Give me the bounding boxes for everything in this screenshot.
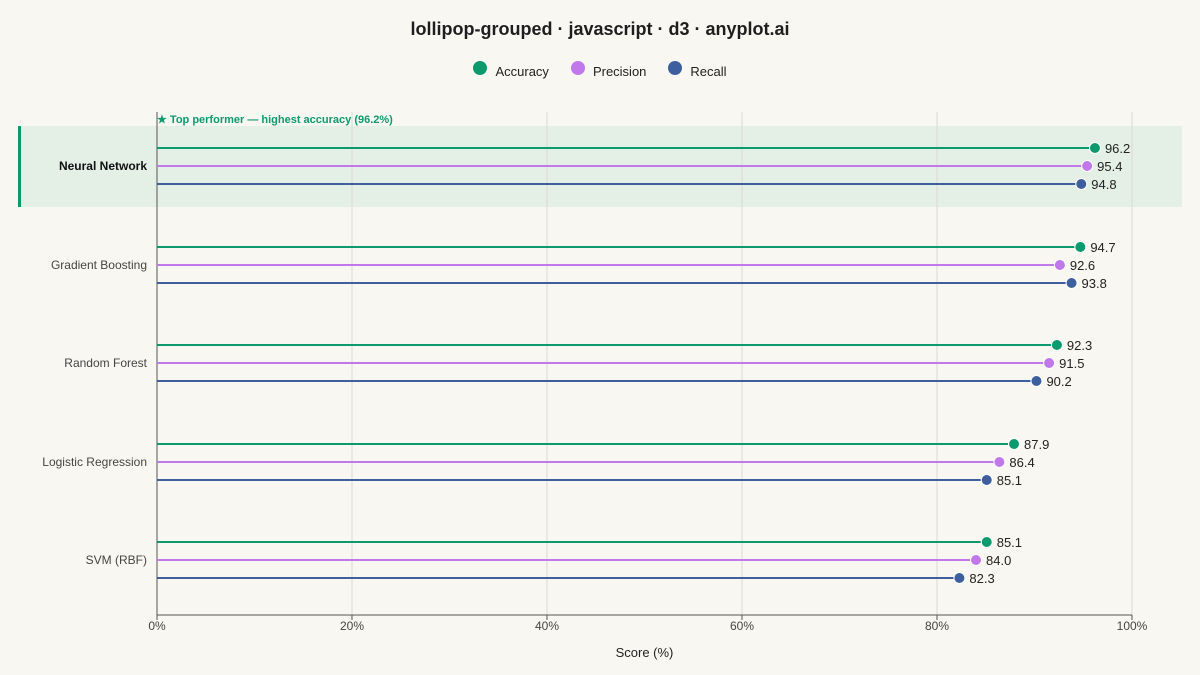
lollipop-dot [980,474,993,486]
lollipop-dot [1065,277,1078,289]
lollipop-plot: 0% 20% 40% 60% 80% 100% Score (%) ★ Top perform… [18,112,1182,660]
highlight-accent-bar [18,126,21,207]
lollipop-dot [1075,178,1088,190]
x-axis-label: Score (%) [616,645,674,660]
lollipop-dot [1074,241,1087,253]
data-label: 82.3 [969,571,994,586]
x-tick-label: 0% [148,619,166,633]
data-label: 95.4 [1097,159,1122,174]
data-label: 90.2 [1046,374,1071,389]
lollipop-dot [980,536,993,548]
data-label: 92.3 [1067,338,1092,353]
data-label: 91.5 [1059,356,1084,371]
chart-root: lollipop-grouped · javascript · d3 · any… [0,0,1200,675]
data-label: 85.1 [997,473,1022,488]
data-label: 84.0 [986,553,1011,568]
lollipop-dot [1053,259,1066,271]
data-label: 93.8 [1082,276,1107,291]
x-tick-label: 80% [925,619,949,633]
category-label: Logistic Regression [42,455,147,469]
data-label: 94.8 [1091,177,1116,192]
data-label: 85.1 [997,535,1022,550]
x-tick-label: 60% [730,619,754,633]
lollipop-dot [993,456,1006,468]
category-label: Neural Network [59,159,147,173]
lollipop-dot [953,572,966,584]
x-tick-label: 40% [535,619,559,633]
category-label: Random Forest [64,356,147,370]
data-label: 94.7 [1090,240,1115,255]
lollipop-dot [1081,160,1094,172]
lollipop-dot [1030,375,1043,387]
lollipop-dot [1008,438,1021,450]
lollipop-dot [1050,339,1063,351]
data-label: 87.9 [1024,437,1049,452]
lollipop-dot [1088,142,1101,154]
data-label: 86.4 [1009,455,1034,470]
x-tick-label: 20% [340,619,364,633]
x-tick-label: 100% [1117,619,1148,633]
category-label: SVM (RBF) [86,553,147,567]
lollipop-dot [1043,357,1056,369]
data-label: 92.6 [1070,258,1095,273]
lollipop-dot [970,554,982,566]
category-label: Gradient Boosting [51,258,147,272]
data-label: 96.2 [1105,141,1130,156]
top-performer-annotation: ★ Top performer — highest accuracy (96.2… [157,114,393,126]
